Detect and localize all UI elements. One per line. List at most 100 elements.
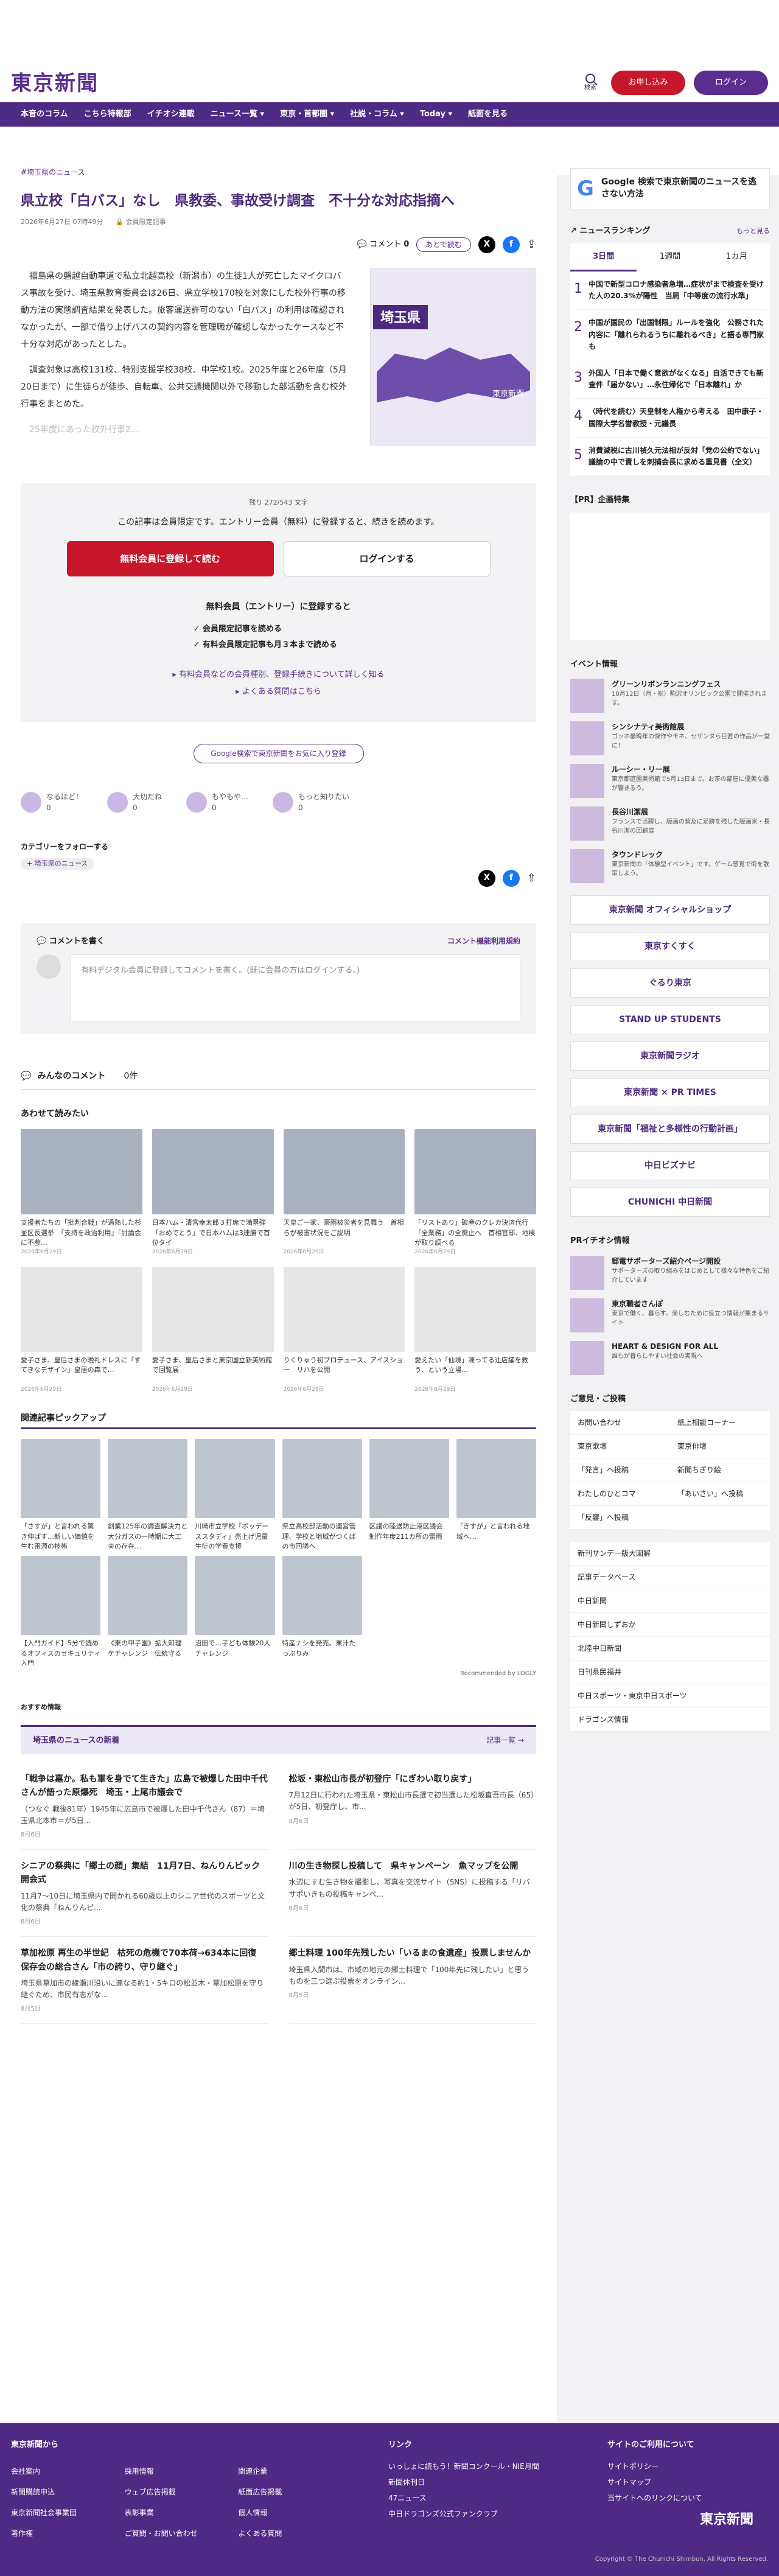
footer-link[interactable]: 採用情報 xyxy=(125,2466,239,2477)
footer-link[interactable]: 新聞購読申込 xyxy=(11,2487,125,2497)
x-share-icon[interactable]: X xyxy=(478,869,495,887)
comment-link[interactable]: 💬 コメント 0 xyxy=(357,239,410,251)
x-share-icon[interactable]: X xyxy=(478,236,495,253)
site-logo[interactable]: 東京新聞 xyxy=(11,68,99,99)
guide-link[interactable]: 「発言」へ投稿 xyxy=(570,1458,670,1483)
footer-link[interactable]: 著作権 xyxy=(11,2528,125,2539)
news-item[interactable]: 郷土料理 100年先残したい「いるまの食遺産」投票しませんか 埼玉県入間市は、市域… xyxy=(288,1937,536,2025)
ranking-tab[interactable]: 1カ月 xyxy=(704,243,770,272)
reaction-button[interactable]: もっと知りたい 0 xyxy=(273,791,349,813)
related-site-link[interactable]: 新刊サンデー版大図解 xyxy=(570,1542,770,1566)
ranking-item[interactable]: 3 外国人「日本で働く意欲がなくなる」自活できても新査件「届かない」…永住帰化で「… xyxy=(574,360,766,399)
pr-item[interactable]: HEART & DESIGN FOR ALL 誰もが暮らしやすい社会の実現へ xyxy=(570,1340,770,1375)
related-site-link[interactable]: 記事データベース xyxy=(570,1566,770,1590)
reaction-button[interactable]: 大切だね 0 xyxy=(107,791,162,813)
pickup-card[interactable]: 区議の陸送防止港区議会制作年度211カ所の雷雨 xyxy=(369,1439,449,1549)
guide-link[interactable]: 紙上相談コーナー xyxy=(670,1411,770,1435)
footer-link[interactable]: 表彰事業 xyxy=(125,2507,239,2518)
sidebar-banner[interactable]: 東京新聞ラジオ xyxy=(570,1041,770,1071)
footer-link[interactable]: いっしょに読もう！新聞コンクール・NIE月間 xyxy=(388,2461,571,2472)
nav-item[interactable]: ニュース一覧 ▾ xyxy=(211,108,264,121)
nav-item[interactable]: 社説・コラム ▾ xyxy=(350,108,404,121)
news-item[interactable]: 「戦争は嘉か。私も軍を身でて生きた」広島で被爆した田中千代さんが語った原爆死 埼… xyxy=(21,1763,268,1850)
footer-link[interactable]: サイトポリシー xyxy=(607,2461,753,2472)
sidebar-banner[interactable]: STAND UP STUDENTS xyxy=(570,1005,770,1035)
related-site-link[interactable]: 北陸中日新聞 xyxy=(570,1637,770,1661)
news-more-link[interactable]: 記事一覧 → xyxy=(486,1735,524,1746)
related-site-link[interactable]: 日刊県民福井 xyxy=(570,1661,770,1685)
related-card[interactable]: 天皇ご一家、豪雨被災者を見舞う 首相らが被害状況をご説明 2026年6月29日 xyxy=(283,1129,405,1257)
recommend-credit[interactable]: Recommended by LOGLY xyxy=(21,1669,536,1678)
event-item[interactable]: ルーシー・リー展 東京都庭園美術館で5月13日まで。お茶の部屋に優美な器が響きるう… xyxy=(570,764,770,799)
related-card[interactable]: 愛えたい「仙境」凍ってる辻店舗を救う、という立場… 2026年6月29日 xyxy=(414,1266,536,1395)
guide-link[interactable]: 東京歌壇 xyxy=(570,1435,670,1459)
event-item[interactable]: シンシナティ美術館展 ゴッホ最晩年の傑作やモネ、セザンヌら巨匠の作品が一堂に！ xyxy=(570,721,770,756)
related-site-link[interactable]: 中日新聞 xyxy=(570,1589,770,1614)
login-button[interactable]: ログイン xyxy=(694,71,768,95)
ranking-more-link[interactable]: もっと見る xyxy=(736,226,770,237)
footer-logo[interactable]: 東京新聞 xyxy=(607,2510,753,2530)
related-card[interactable]: 愛子さま、皇后さまの晩礼ドレスに「すてきなデザイン」皇居の森で… 2026年6月2… xyxy=(21,1266,142,1395)
footer-link[interactable]: 関連企業 xyxy=(238,2466,352,2477)
footer-link[interactable]: よくある質問 xyxy=(238,2528,352,2539)
footer-link[interactable]: サイトマップ xyxy=(607,2477,753,2488)
related-card[interactable]: りくりゅう初プロデュース、アイスショー リハを公開 2026年6月29日 xyxy=(283,1266,405,1395)
sidebar-banner[interactable]: 東京新聞「福祉と多様性の行動計画」 xyxy=(570,1115,770,1144)
guide-link[interactable]: 「あいさい」へ投稿 xyxy=(670,1482,770,1507)
footer-link[interactable]: 会社案内 xyxy=(11,2466,125,2477)
related-site-link[interactable]: 中日スポーツ・東京中日スポーツ xyxy=(570,1684,770,1709)
event-item[interactable]: グリーンリボンランニングフェス 10月12日（月・祝）駒沢オリンピック公園で開催さ… xyxy=(570,679,770,713)
ranking-item[interactable]: 2 中国が国民の「出国制限」ルールを強化 公務された内容に「離れられるうちに離れる… xyxy=(574,310,766,360)
footer-link[interactable]: 47ニュース xyxy=(388,2493,571,2504)
reaction-button[interactable]: なるほど！ 0 xyxy=(21,791,83,813)
read-later-button[interactable]: あとで読む xyxy=(416,237,471,252)
event-item[interactable]: タウンドレック 東京新聞の「体験型イベント」です。ゲーム感覚で街を散策しよう。 xyxy=(570,849,770,884)
guide-link[interactable]: お問い合わせ xyxy=(570,1411,670,1435)
apply-button[interactable]: お申し込み xyxy=(611,71,685,95)
sidebar-banner[interactable]: ぐるり東京 xyxy=(570,968,770,998)
google-follow-button[interactable]: Google検索で東京新聞をお気に入り登録 xyxy=(193,744,364,764)
related-card[interactable]: 「リストあり」破産のクレカ決済代行「全業務」の全廃止へ 首相官邸、地検が取り調べ… xyxy=(414,1129,536,1257)
guide-link[interactable]: 新聞ちぎり絵 xyxy=(670,1458,770,1483)
related-site-link[interactable]: ドラゴンズ情報 xyxy=(570,1708,770,1732)
nav-item[interactable]: 紙面を見る xyxy=(468,108,508,121)
footer-link[interactable]: ご質問・お問い合わせ xyxy=(125,2528,239,2539)
comment-rules-link[interactable]: コメント機能利用規約 xyxy=(447,936,520,948)
nav-item[interactable]: 本音のコラム xyxy=(21,108,68,121)
pickup-card[interactable]: 沼田で…子ども体験20人チャレンジ xyxy=(195,1556,275,1665)
guide-link[interactable]: 「反響」へ投稿 xyxy=(570,1506,670,1530)
footer-link[interactable]: 中日ドラゴンズ公式ファンクラブ xyxy=(388,2508,571,2519)
footer-link[interactable]: 東京新聞社会事業団 xyxy=(11,2507,125,2518)
footer-link[interactable]: 紙面広告掲載 xyxy=(238,2487,352,2497)
guide-link[interactable]: 東京俳壇 xyxy=(670,1435,770,1459)
ranking-item[interactable]: 5 消費減税に古川禎久元法相が反対「党の公約でない」議論の中で責しを刺捕会長に求め… xyxy=(574,438,766,477)
pickup-card[interactable]: 「きすが」と言われる地域へ… xyxy=(456,1439,536,1549)
ranking-tab[interactable]: 1週間 xyxy=(637,243,703,272)
share-icon[interactable]: ⇪ xyxy=(527,236,536,253)
nav-item[interactable]: 東京・首都圏 ▾ xyxy=(280,108,334,121)
paywall-login-button[interactable]: ログインする xyxy=(283,541,491,577)
sidebar-banner[interactable]: 東京新聞 オフィシャルショップ xyxy=(570,895,770,925)
footer-link[interactable]: 当サイトへのリンクについて xyxy=(607,2493,753,2504)
pickup-card[interactable]: 《東の甲子園》拡大知理ケチャレンジ 伝統守る xyxy=(108,1556,188,1665)
related-card[interactable]: 支援者たちの「批判合戦」が過熱した杉並区長選挙 「支持を政治利用」「討論会に不参… xyxy=(21,1129,142,1257)
footer-link[interactable]: 個人情報 xyxy=(238,2507,352,2518)
news-item[interactable]: シニアの祭典に「郷土の顔」集結 11月7日、ねんりんピック開会式 11月7〜10日… xyxy=(21,1850,268,1937)
footer-link[interactable]: ウェブ広告掲載 xyxy=(125,2487,239,2497)
sidebar-banner[interactable]: CHUNICHI 中日新聞 xyxy=(570,1188,770,1217)
google-ad[interactable]: G Google 検索で東京新聞のニュースを逃さない方法 xyxy=(570,168,770,209)
nav-item[interactable]: イチオシ連載 xyxy=(147,108,195,121)
nav-item[interactable]: Today ▾ xyxy=(420,108,452,121)
footer-link[interactable]: 新聞休刊日 xyxy=(388,2477,571,2488)
related-card[interactable]: 日本ハム・清宮幸太郎３打席で満塁弾「おめでとう」で日本ハムは3連勝で首位タイ 20… xyxy=(152,1129,274,1257)
facebook-share-icon[interactable]: f xyxy=(502,236,520,253)
pickup-card[interactable]: 県立高校部活動の運営管理、学校と地域がつくばの市回議へ xyxy=(282,1439,362,1549)
comment-input[interactable]: 有料デジタル会員に登録してコメントを書く。(既に会員の方はログインする。) xyxy=(71,954,520,1022)
pickup-card[interactable]: 川崎市立学校「ボッデーススタディ」売上げ児童生徒の学費支援 xyxy=(195,1439,275,1549)
ranking-item[interactable]: 4 〈時代を読む〉天皇制を人権から考える 田中康子・国際大学名誉教授・元議長 xyxy=(574,399,766,438)
news-item[interactable]: 川の生き物探し投稿して 県キャンペーン 魚マップを公開 水辺にすむ生き物を撮影し、… xyxy=(288,1850,536,1937)
pr-item[interactable]: 東京職者さんぽ 東京で働く、暮らす、楽しむために役立つ情報が集まるサイト xyxy=(570,1298,770,1332)
pickup-card[interactable]: 【入門ガイド】5分で読めるオフィスのセキュリティ入門 xyxy=(21,1556,101,1665)
sidebar-banner[interactable]: 東京新聞 × PR TIMES xyxy=(570,1078,770,1108)
event-item[interactable]: 長谷川潔展 フランスで活躍し、版画の普及に足跡を残した版画家・長谷川潔の回顧展 xyxy=(570,807,770,841)
